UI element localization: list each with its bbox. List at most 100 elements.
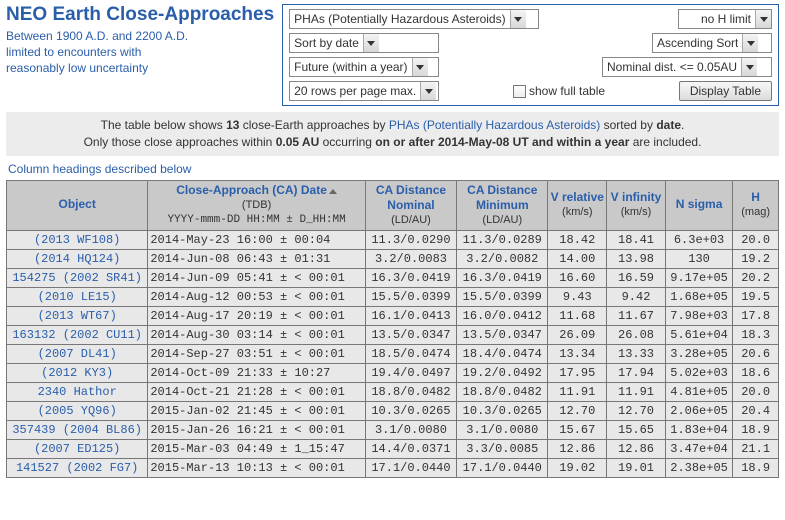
cell-dist-minimum: 16.0/0.0412 — [457, 306, 548, 325]
cell-v-relative: 12.70 — [548, 401, 607, 420]
cell-date: 2014-Aug-17 20:19 ± < 00:01 — [148, 306, 365, 325]
page-subtitle: Between 1900 A.D. and 2200 A.D. limited … — [6, 28, 274, 77]
intro-summary: The table below shows 13 close-Earth app… — [6, 112, 779, 156]
cell-dist-nominal: 19.4/0.0497 — [365, 363, 456, 382]
cell-dist-minimum: 16.3/0.0419 — [457, 268, 548, 287]
cell-date: 2014-Aug-30 03:14 ± < 00:01 — [148, 325, 365, 344]
h-limit-select[interactable]: no H limit — [678, 9, 772, 29]
col-h-mag[interactable]: H(mag) — [733, 180, 779, 230]
chevron-down-icon — [741, 58, 757, 76]
cell-v-relative: 14.00 — [548, 249, 607, 268]
cell-v-infinity: 15.65 — [607, 420, 666, 439]
cell-v-infinity: 9.42 — [607, 287, 666, 306]
pha-link[interactable]: PHAs (Potentially Hazardous Asteroids) — [389, 118, 600, 132]
col-object[interactable]: Object — [7, 180, 148, 230]
chevron-down-icon — [510, 10, 526, 28]
object-link[interactable]: 154275 (2002 SR41) — [12, 271, 142, 285]
show-full-table-checkbox[interactable] — [513, 85, 526, 98]
chevron-down-icon — [420, 82, 436, 100]
rows-per-page-select[interactable]: 20 rows per page max. — [289, 81, 439, 101]
cell-dist-minimum: 3.1/0.0080 — [457, 420, 548, 439]
col-n-sigma[interactable]: N sigma — [665, 180, 732, 230]
object-link[interactable]: (2014 HQ124) — [34, 252, 120, 266]
cell-object: (2012 KY3) — [7, 363, 148, 382]
col-dist-minimum[interactable]: CA Distance Minimum(LD/AU) — [457, 180, 548, 230]
object-link[interactable]: (2012 KY3) — [41, 366, 113, 380]
cell-h-mag: 18.3 — [733, 325, 779, 344]
cell-object: (2013 WF108) — [7, 230, 148, 249]
cell-date: 2014-Jun-08 06:43 ± 01:31 — [148, 249, 365, 268]
cell-h-mag: 18.9 — [733, 458, 779, 477]
cell-v-infinity: 16.59 — [607, 268, 666, 287]
column-headings-link[interactable]: Column headings described below — [8, 162, 779, 176]
cell-h-mag: 20.4 — [733, 401, 779, 420]
object-link[interactable]: (2007 ED125) — [34, 442, 120, 456]
chevron-down-icon — [742, 34, 758, 52]
object-link[interactable]: 2340 Hathor — [38, 385, 117, 399]
cell-v-infinity: 13.98 — [607, 249, 666, 268]
cell-object: 154275 (2002 SR41) — [7, 268, 148, 287]
time-range-select[interactable]: Future (within a year) — [289, 57, 439, 77]
col-date[interactable]: Close-Approach (CA) Date (TDB) YYYY-mmm-… — [148, 180, 365, 230]
object-link[interactable]: (2007 DL41) — [38, 347, 117, 361]
cell-dist-nominal: 16.1/0.0413 — [365, 306, 456, 325]
col-v-relative[interactable]: V relative(km/s) — [548, 180, 607, 230]
table-row: (2005 YQ96) 2015-Jan-02 21:45 ± < 00:0110… — [7, 401, 779, 420]
col-dist-nominal[interactable]: CA Distance Nominal(LD/AU) — [365, 180, 456, 230]
cell-object: (2014 HQ124) — [7, 249, 148, 268]
cell-dist-minimum: 18.4/0.0474 — [457, 344, 548, 363]
cell-dist-minimum: 15.5/0.0399 — [457, 287, 548, 306]
cell-v-relative: 12.86 — [548, 439, 607, 458]
table-row: 163132 (2002 CU11) 2014-Aug-30 03:14 ± < … — [7, 325, 779, 344]
col-v-infinity[interactable]: V infinity(km/s) — [607, 180, 666, 230]
cell-n-sigma: 1.83e+04 — [665, 420, 732, 439]
cell-v-infinity: 18.41 — [607, 230, 666, 249]
table-row: 2340 Hathor2014-Oct-21 21:28 ± < 00:0118… — [7, 382, 779, 401]
object-link[interactable]: 163132 (2002 CU11) — [12, 328, 142, 342]
object-link[interactable]: (2013 WT67) — [38, 309, 117, 323]
cell-dist-nominal: 16.3/0.0419 — [365, 268, 456, 287]
cell-object: (2007 ED125) — [7, 439, 148, 458]
cell-n-sigma: 3.28e+05 — [665, 344, 732, 363]
cell-object: 163132 (2002 CU11) — [7, 325, 148, 344]
cell-dist-nominal: 18.8/0.0482 — [365, 382, 456, 401]
cell-v-infinity: 12.70 — [607, 401, 666, 420]
cell-object: (2007 DL41) — [7, 344, 148, 363]
table-row: 154275 (2002 SR41) 2014-Jun-09 05:41 ± < … — [7, 268, 779, 287]
sort-order-select[interactable]: Ascending Sort — [652, 33, 772, 53]
table-row: (2007 DL41)2014-Sep-27 03:51 ± < 00:0118… — [7, 344, 779, 363]
object-link[interactable]: 357439 (2004 BL86) — [12, 423, 142, 437]
object-link[interactable]: (2010 LE15) — [38, 290, 117, 304]
show-full-table-label: show full table — [529, 84, 605, 98]
cell-dist-nominal: 10.3/0.0265 — [365, 401, 456, 420]
table-row: 357439 (2004 BL86)2015-Jan-26 16:21 ± < … — [7, 420, 779, 439]
filter-panel: PHAs (Potentially Hazardous Asteroids) n… — [282, 4, 779, 106]
object-type-select[interactable]: PHAs (Potentially Hazardous Asteroids) — [289, 9, 539, 29]
cell-h-mag: 20.2 — [733, 268, 779, 287]
display-table-button[interactable]: Display Table — [679, 81, 772, 101]
cell-h-mag: 21.1 — [733, 439, 779, 458]
distance-select[interactable]: Nominal dist. <= 0.05AU — [602, 57, 772, 77]
approach-table: Object Close-Approach (CA) Date (TDB) YY… — [6, 180, 779, 478]
cell-object: 2340 Hathor — [7, 382, 148, 401]
table-row: (2013 WT67)2014-Aug-17 20:19 ± < 00:0116… — [7, 306, 779, 325]
cell-object: 357439 (2004 BL86) — [7, 420, 148, 439]
cell-v-relative: 16.60 — [548, 268, 607, 287]
cell-n-sigma: 2.38e+05 — [665, 458, 732, 477]
object-link[interactable]: (2013 WF108) — [34, 233, 120, 247]
object-link[interactable]: (2005 YQ96) — [38, 404, 117, 418]
chevron-down-icon — [755, 10, 771, 28]
cell-date: 2015-Jan-02 21:45 ± < 00:01 — [148, 401, 365, 420]
cell-dist-minimum: 19.2/0.0492 — [457, 363, 548, 382]
sort-by-select[interactable]: Sort by date — [289, 33, 439, 53]
cell-v-relative: 19.02 — [548, 458, 607, 477]
cell-object: (2005 YQ96) — [7, 401, 148, 420]
cell-dist-nominal: 13.5/0.0347 — [365, 325, 456, 344]
cell-dist-minimum: 13.5/0.0347 — [457, 325, 548, 344]
sort-asc-icon — [329, 189, 337, 194]
cell-dist-minimum: 3.2/0.0082 — [457, 249, 548, 268]
cell-v-infinity: 13.33 — [607, 344, 666, 363]
cell-dist-minimum: 17.1/0.0440 — [457, 458, 548, 477]
object-link[interactable]: 141527 (2002 FG7) — [16, 461, 138, 475]
cell-date: 2014-Jun-09 05:41 ± < 00:01 — [148, 268, 365, 287]
